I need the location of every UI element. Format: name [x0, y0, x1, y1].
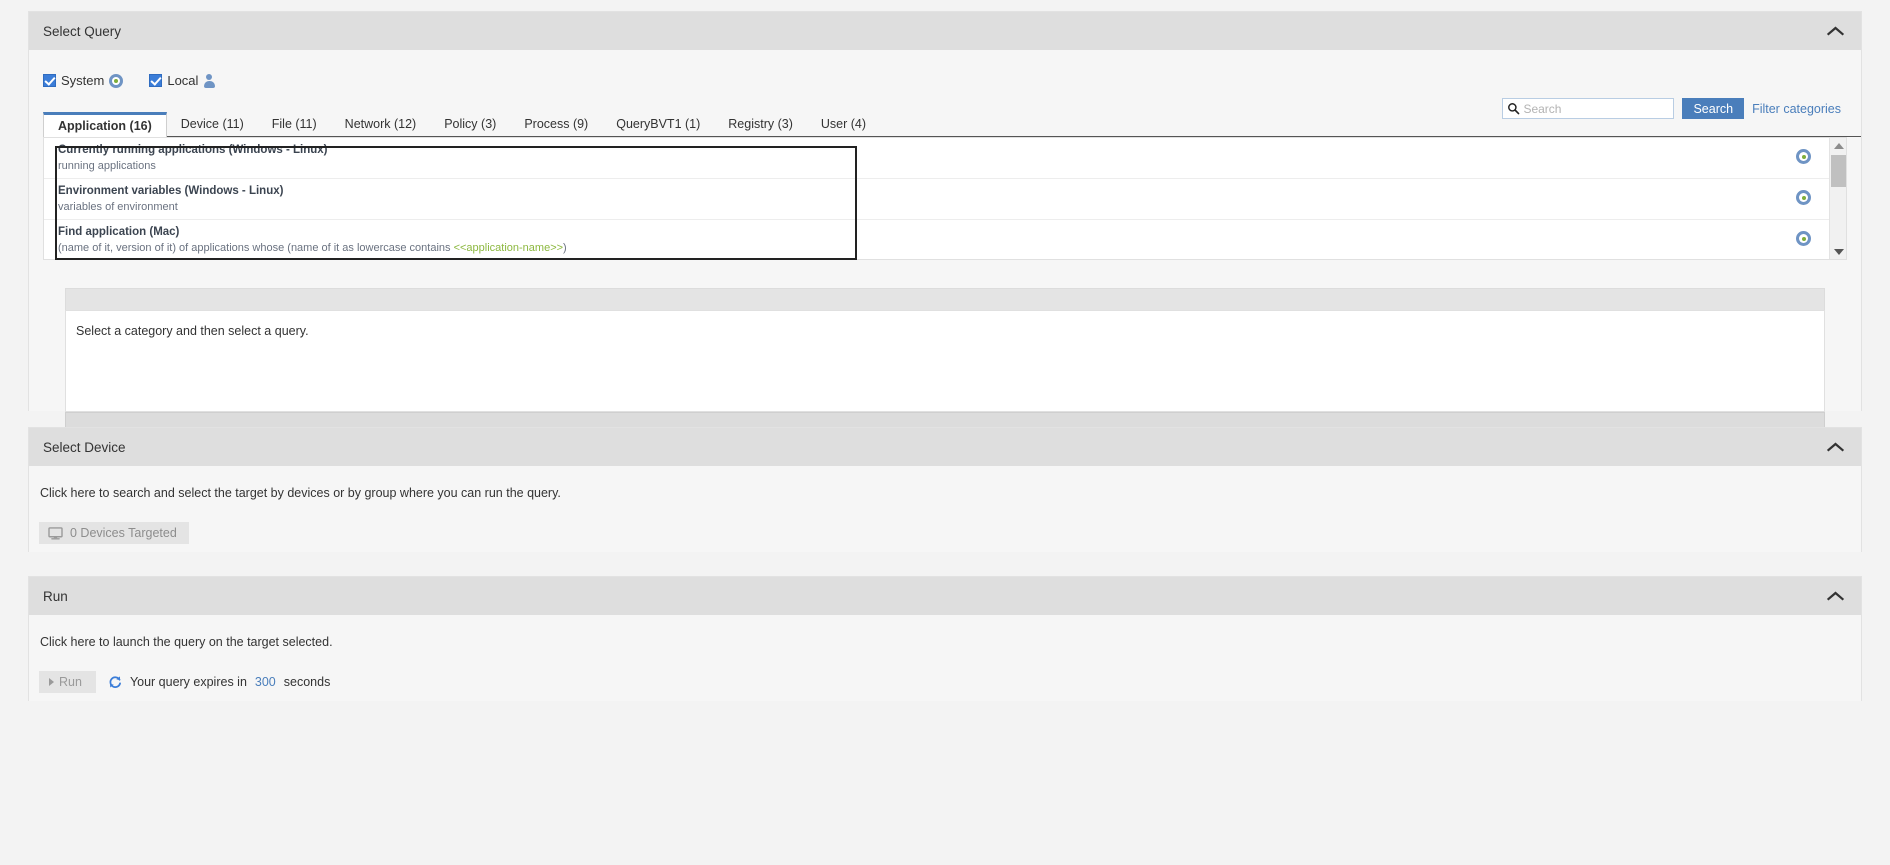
run-button-label: Run: [59, 675, 82, 689]
chevron-up-glyph: [1826, 442, 1844, 452]
run-instruction: Click here to launch the query on the ta…: [40, 635, 333, 649]
query-title: Environment variables (Windows - Linux): [58, 185, 284, 197]
monitor-icon: [48, 526, 63, 540]
tab-registry[interactable]: Registry (3): [714, 112, 807, 136]
tab-file[interactable]: File (11): [258, 112, 331, 136]
select-device-header: Select Device: [29, 428, 1861, 466]
checkbox-system-box[interactable]: [43, 74, 56, 87]
chevron-up-glyph: [1826, 591, 1844, 601]
chevron-up-icon[interactable]: [1821, 582, 1849, 610]
query-description: running applications: [58, 158, 1829, 174]
query-detail-header: [65, 288, 1825, 310]
select-query-title: Select Query: [43, 23, 122, 39]
run-title: Run: [43, 588, 68, 604]
play-icon: [49, 678, 54, 686]
scrollbar-thumb[interactable]: [1831, 155, 1846, 187]
target-icon: [1796, 190, 1811, 205]
query-desc-prefix: (name of it, version of it) of applicati…: [58, 242, 454, 254]
query-desc-prefix: variables of environment: [58, 201, 178, 213]
tab-querybvt1[interactable]: QueryBVT1 (1): [602, 112, 714, 136]
target-icon: [1796, 231, 1811, 246]
devices-targeted-button[interactable]: 0 Devices Targeted: [39, 522, 189, 544]
checkbox-local[interactable]: Local: [149, 73, 215, 88]
select-device-instruction: Click here to search and select the targ…: [40, 486, 561, 500]
checkbox-local-box[interactable]: [149, 74, 163, 87]
refresh-icon[interactable]: [108, 675, 122, 689]
query-list-scrollbar[interactable]: [1829, 138, 1846, 259]
category-tabbar: Application (16) Device (11) File (11) N…: [43, 112, 1861, 137]
query-title: Currently running applications (Windows …: [58, 144, 328, 156]
select-device-body: Click here to search and select the targ…: [29, 466, 1861, 552]
tab-device[interactable]: Device (11): [167, 112, 258, 136]
query-desc-placeholder: <<application-name>>: [453, 242, 564, 254]
tab-process[interactable]: Process (9): [510, 112, 602, 136]
chevron-up-icon[interactable]: [1821, 17, 1849, 45]
target-icon: [1796, 149, 1811, 164]
query-list-item[interactable]: Environment variables (Windows - Linux) …: [44, 179, 1829, 220]
devices-targeted-label: 0 Devices Targeted: [70, 526, 177, 540]
expiry-prefix: Your query expires in: [129, 675, 247, 689]
person-icon: [203, 73, 215, 88]
chevron-up-icon[interactable]: [1821, 433, 1849, 461]
select-query-body: System Local Search Search Filter catego…: [29, 50, 1861, 432]
checkbox-local-label: Local: [167, 73, 199, 88]
query-title: Find application (Mac): [58, 226, 180, 238]
run-header: Run: [29, 577, 1861, 615]
query-description: (name of it, version of it) of applicati…: [58, 240, 1829, 256]
scope-checkbox-row: System Local: [29, 50, 1861, 94]
chevron-up-glyph: [1826, 26, 1844, 36]
triangle-down-icon: [1833, 248, 1844, 255]
query-desc-suffix: ): [563, 242, 567, 254]
query-list: Currently running applications (Windows …: [44, 138, 1829, 259]
run-body: Click here to launch the query on the ta…: [29, 615, 1861, 701]
scroll-up-button[interactable]: [1830, 138, 1847, 153]
checkbox-system-label: System: [61, 73, 105, 88]
query-list-container: Currently running applications (Windows …: [43, 137, 1847, 260]
query-expiry: Your query expires in 300 seconds: [108, 675, 330, 689]
select-device-title: Select Device: [43, 439, 126, 455]
query-desc-prefix: running applications: [58, 160, 156, 172]
query-page: Select Query System Local Search Search …: [0, 0, 1890, 865]
query-detail-body: Select a category and then select a quer…: [65, 310, 1825, 412]
scroll-down-button[interactable]: [1830, 244, 1847, 259]
tab-policy[interactable]: Policy (3): [430, 112, 510, 136]
target-icon: [109, 73, 124, 88]
query-detail-message: Select a category and then select a quer…: [76, 324, 309, 338]
run-panel: Run Click here to launch the query on th…: [28, 576, 1862, 701]
tab-application[interactable]: Application (16): [43, 112, 167, 137]
expiry-seconds: 300: [254, 675, 276, 689]
select-query-header: Select Query: [29, 12, 1861, 50]
query-list-item[interactable]: Currently running applications (Windows …: [44, 138, 1829, 179]
tab-user[interactable]: User (4): [807, 112, 880, 136]
query-list-item[interactable]: Find application (Mac) (name of it, vers…: [44, 220, 1829, 259]
tab-network[interactable]: Network (12): [331, 112, 431, 136]
select-device-panel: Select Device Click here to search and s…: [28, 427, 1862, 552]
triangle-up-icon: [1833, 142, 1844, 149]
select-query-panel: Select Query System Local Search Search …: [28, 11, 1862, 432]
query-description: variables of environment: [58, 199, 1829, 215]
run-button[interactable]: Run: [39, 671, 96, 693]
expiry-suffix: seconds: [283, 675, 331, 689]
checkbox-system[interactable]: System: [43, 73, 124, 88]
run-controls-row: Run Your query expires in 300 seconds: [39, 671, 1861, 693]
